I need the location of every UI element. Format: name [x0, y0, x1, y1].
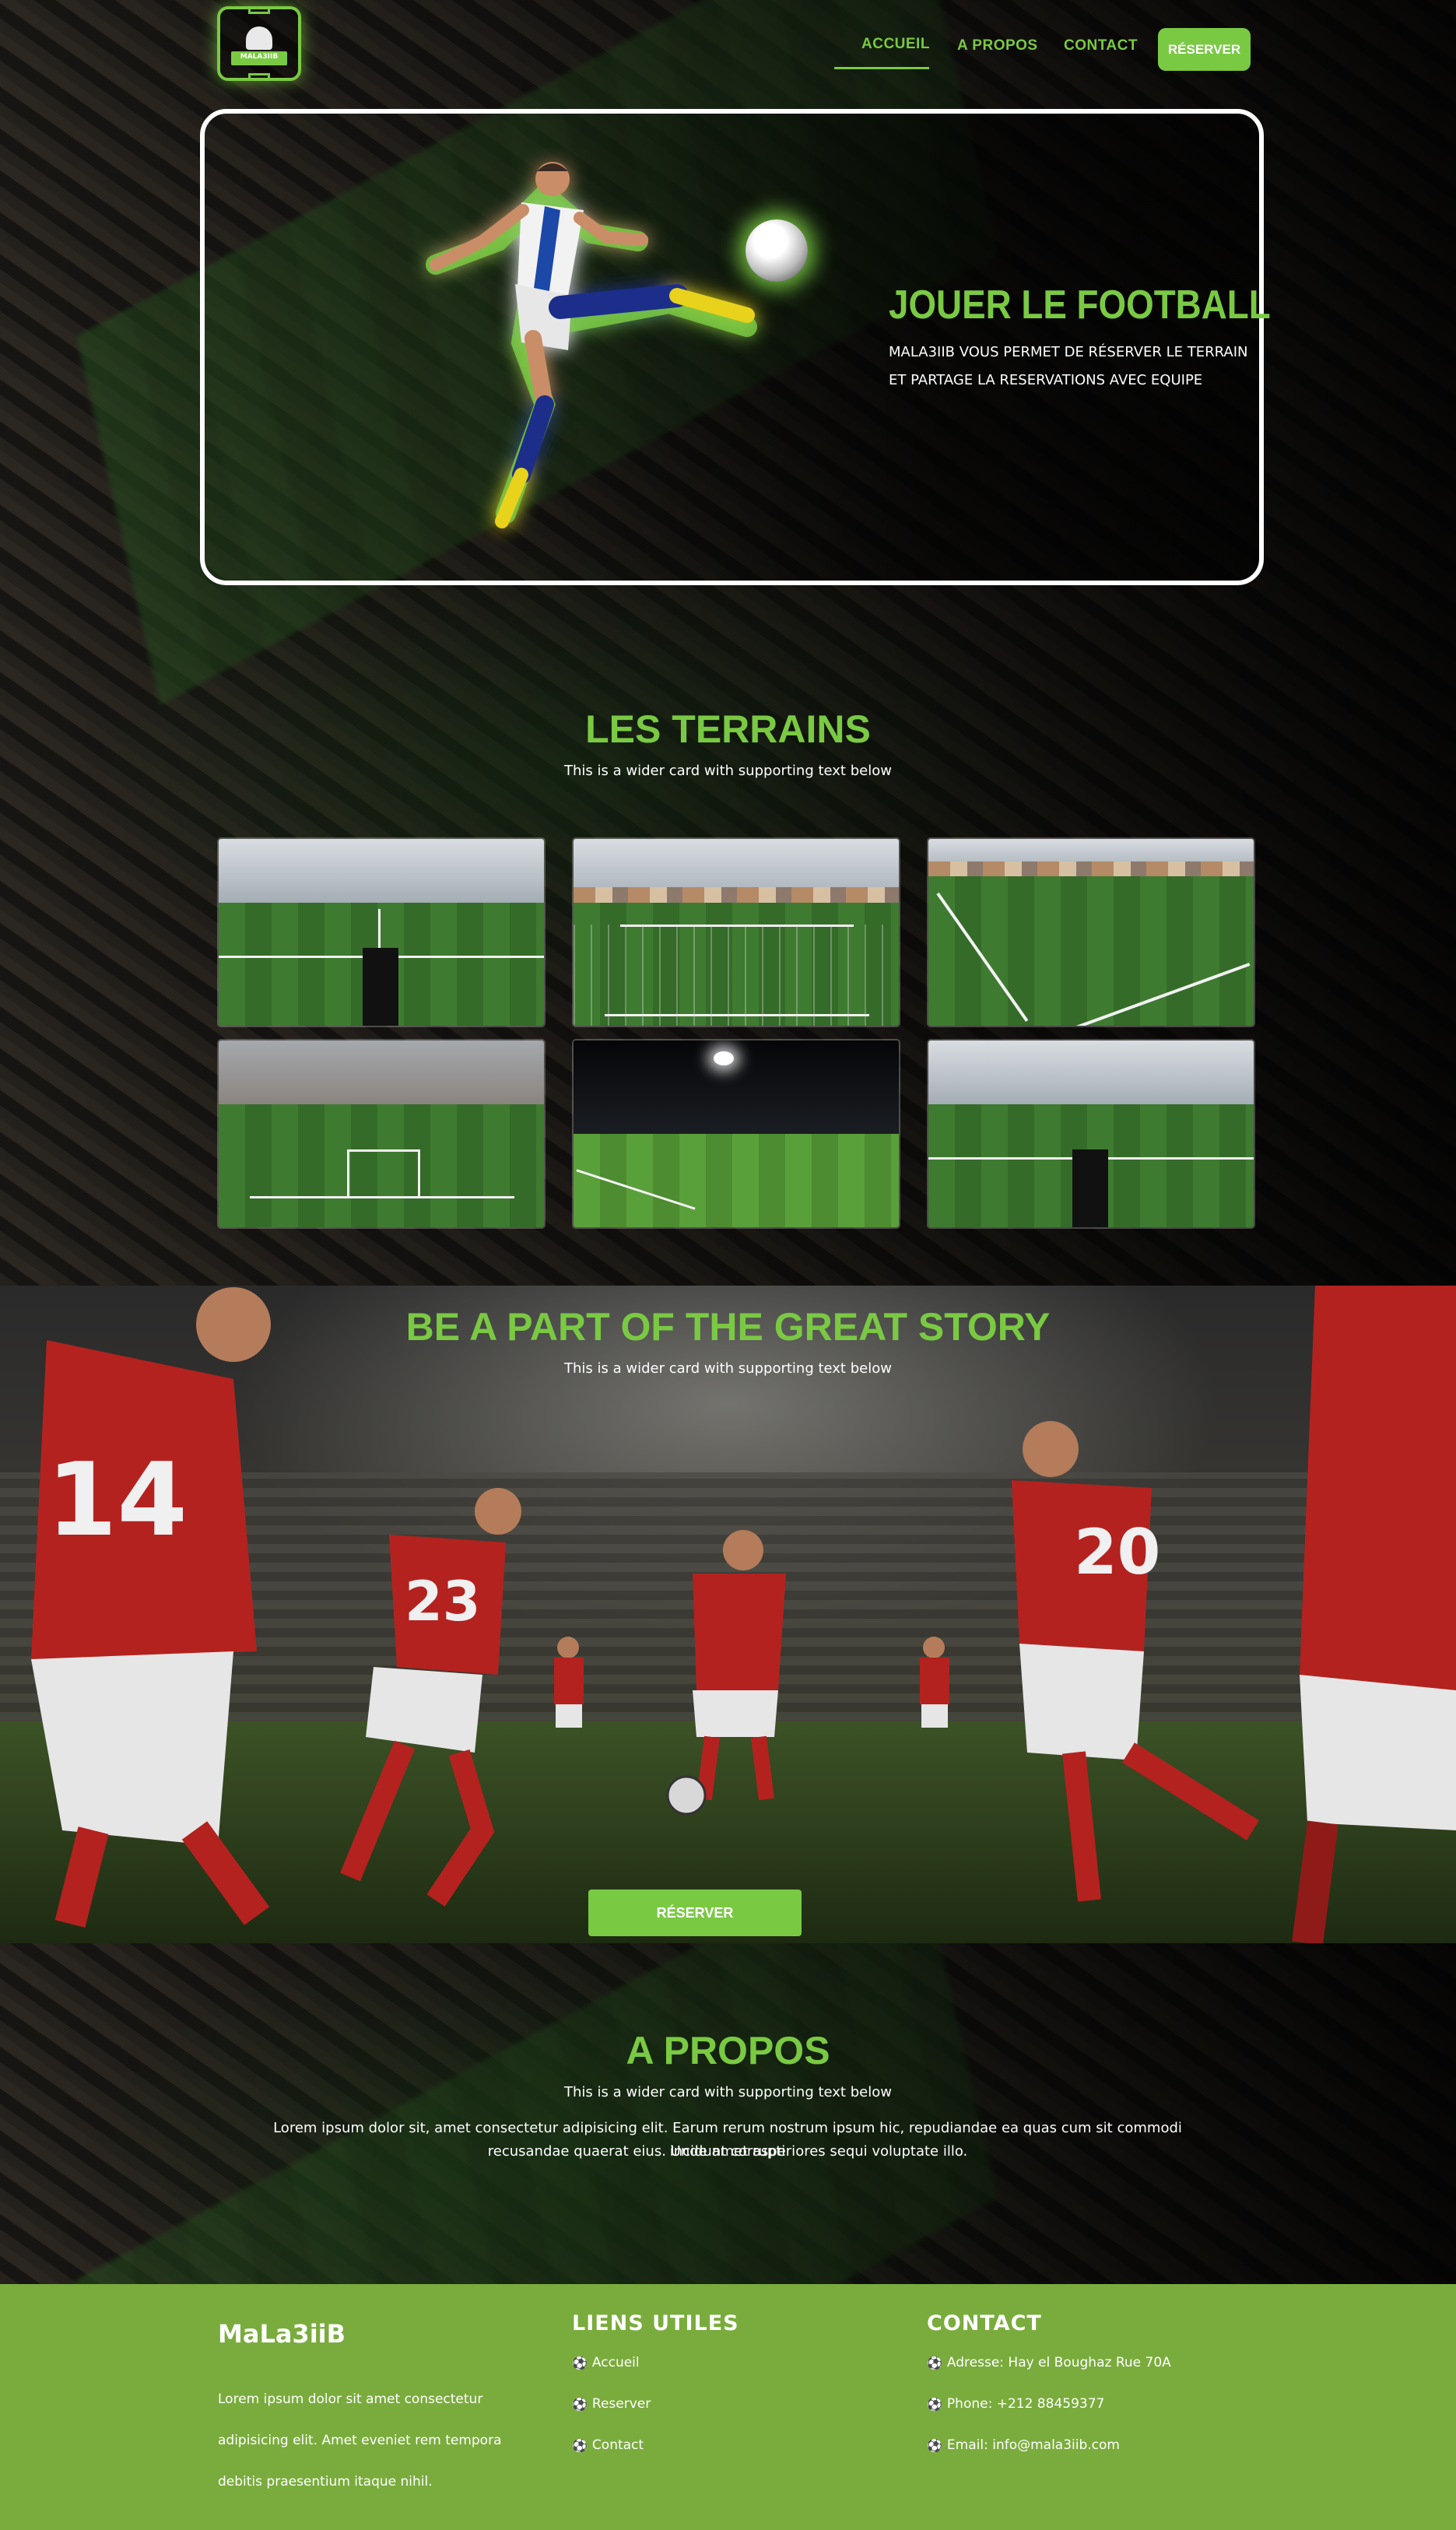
- footer-contact-label: Adresse: Hay el Boughaz Rue 70A: [946, 2355, 1171, 2370]
- terrain-card-5[interactable]: [574, 1040, 899, 1227]
- footer-link-contact[interactable]: ⚽ Contact: [572, 2437, 644, 2453]
- soccer-ball-icon: [746, 219, 808, 282]
- nav-active-underline: [834, 67, 929, 69]
- terrains-subtitle: This is a wider card with supporting tex…: [564, 763, 892, 779]
- nav-link-a-propos[interactable]: A PROPOS: [957, 37, 1038, 54]
- footer-link-accueil[interactable]: ⚽ Accueil: [572, 2355, 640, 2370]
- terrain-card-2[interactable]: [574, 839, 899, 1026]
- navbar: MALA3IIB ACCUEIL A PROPOS CONTACT RÉSERV…: [0, 0, 1456, 86]
- nav-link-accueil[interactable]: ACCUEIL: [861, 36, 930, 53]
- soccer-ball-icon: ⚽: [572, 2437, 588, 2453]
- footer-contact-label: Email: info@mala3iib.com: [946, 2437, 1120, 2453]
- story-title: BE A PART OF THE GREAT STORY: [405, 1305, 1051, 1349]
- story-subtitle: This is a wider card with supporting tex…: [564, 1360, 892, 1377]
- logo-goal-top: [248, 6, 270, 14]
- jersey-number-23: 23: [405, 1570, 480, 1633]
- hero-text-line-1: MALA3IIB VOUS PERMET DE RÉSERVER LE TERR…: [889, 344, 1248, 360]
- terrain-card-3[interactable]: [928, 839, 1254, 1026]
- footer-contact-email[interactable]: ⚽ Email: info@mala3iib.com: [927, 2437, 1120, 2453]
- hero-title: JOUER LE FOOTBALL: [889, 282, 1271, 328]
- story-reserver-button[interactable]: RÉSERVER: [588, 1890, 802, 1936]
- jersey-number-20: 20: [1074, 1516, 1160, 1588]
- player-kicking-image: [426, 162, 757, 528]
- footer-link-label: Contact: [591, 2437, 644, 2453]
- soccer-ball-icon: ⚽: [927, 2396, 942, 2412]
- footer-desc-line-1: Lorem ipsum dolor sit amet consectetur: [218, 2391, 483, 2407]
- terrain-card-6[interactable]: [928, 1040, 1254, 1227]
- footer-brand: MaLa3iiB: [218, 2319, 346, 2349]
- logo-ball-icon: [246, 26, 272, 50]
- stadium-background-propos: [0, 1943, 1456, 2284]
- footer-contact-title: CONTACT: [927, 2311, 1042, 2335]
- soccer-ball-icon: ⚽: [572, 2355, 588, 2370]
- footer-desc-line-2: adipisicing elit. Amet eveniet rem tempo…: [218, 2433, 502, 2448]
- hero-text-line-2: ET PARTAGE LA RESERVATIONS AVEC EQUIPE: [889, 372, 1203, 388]
- reserver-button[interactable]: RÉSERVER: [1158, 28, 1251, 71]
- footer-link-label: Reserver: [591, 2396, 651, 2412]
- soccer-ball-icon: ⚽: [927, 2355, 942, 2370]
- terrain-card-1[interactable]: [219, 839, 544, 1026]
- players-image: 14 23 20: [31, 1286, 1456, 1943]
- jersey-number-14: 14: [47, 1440, 188, 1559]
- page: MALA3IIB ACCUEIL A PROPOS CONTACT RÉSERV…: [0, 0, 1456, 2530]
- footer-link-reserver[interactable]: ⚽ Reserver: [572, 2396, 651, 2412]
- terrains-title: LES TERRAINS: [585, 707, 871, 751]
- propos-text-line-2: recusandae quaerat eius. Unde amet asper…: [487, 2143, 968, 2160]
- footer-link-label: Accueil: [591, 2355, 640, 2370]
- logo-goal-bottom: [248, 73, 270, 81]
- footer-contact-address: ⚽ Adresse: Hay el Boughaz Rue 70A: [927, 2355, 1171, 2370]
- footer-links-title: LIENS UTILES: [572, 2311, 739, 2335]
- footer-contact-phone: ⚽ Phone: +212 88459377: [927, 2396, 1104, 2412]
- propos-title: A PROPOS: [626, 2029, 830, 2072]
- soccer-ball-icon: ⚽: [927, 2437, 942, 2453]
- nav-link-contact[interactable]: CONTACT: [1064, 37, 1138, 54]
- terrain-card-4[interactable]: [219, 1040, 544, 1227]
- soccer-ball-icon: ⚽: [572, 2396, 588, 2412]
- story-banner: 14 23 20: [0, 1286, 1456, 1943]
- logo-text: MALA3IIB: [240, 53, 279, 61]
- propos-subtitle: This is a wider card with supporting tex…: [564, 2084, 892, 2100]
- footer-desc-line-3: debitis praesentium itaque nihil.: [218, 2474, 433, 2490]
- footer-contact-label: Phone: +212 88459377: [946, 2396, 1105, 2412]
- logo[interactable]: MALA3IIB: [217, 6, 301, 81]
